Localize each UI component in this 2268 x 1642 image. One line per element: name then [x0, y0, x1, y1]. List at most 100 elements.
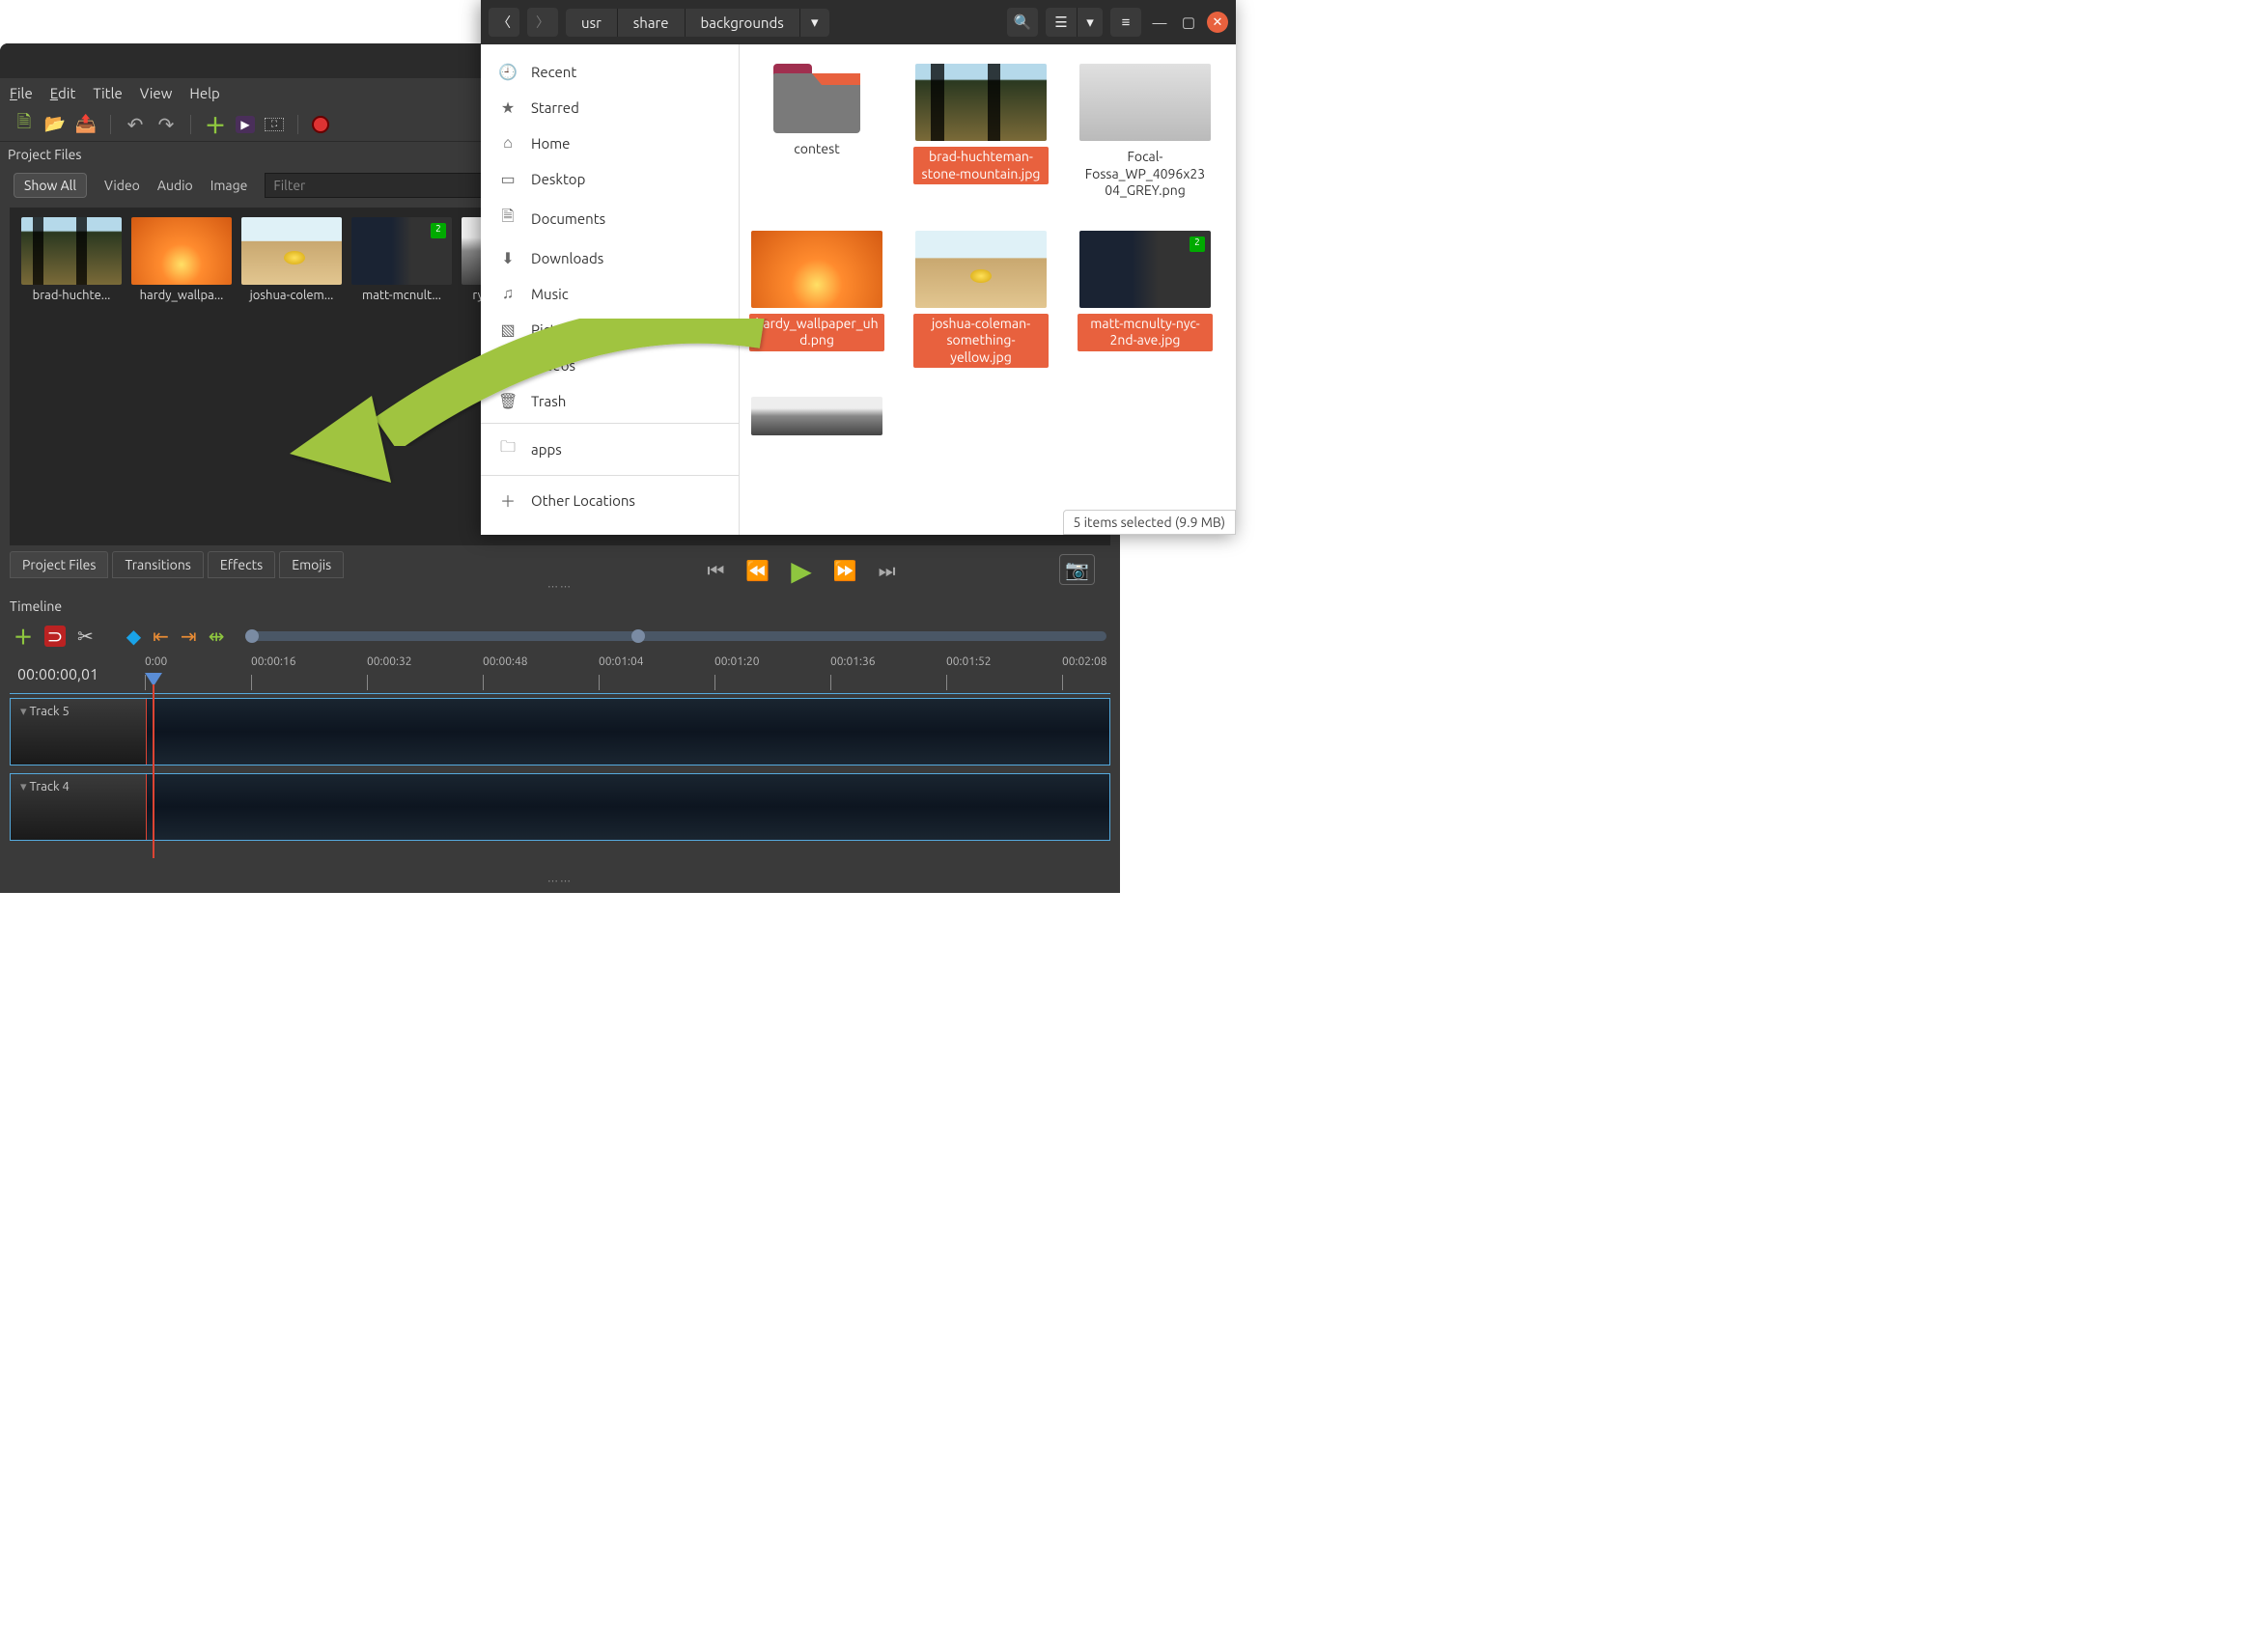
file-item[interactable]: matt-mcnulty-nyc-2nd-ave.jpg	[1078, 231, 1213, 369]
tab-effects[interactable]: Effects	[208, 551, 275, 578]
nav-back-icon[interactable]: 〈	[489, 8, 519, 37]
sidebar-label: Home	[531, 135, 570, 152]
sidebar-label: Trash	[531, 393, 566, 409]
jump-end-icon[interactable]: ⏭	[879, 559, 896, 582]
tab-emojis[interactable]: Emojis	[279, 551, 344, 578]
window-close-icon[interactable]: ✕	[1207, 12, 1228, 33]
ruler-tick: 00:00:16	[251, 655, 296, 668]
menu-help[interactable]: Help	[189, 85, 219, 101]
nav-forward-icon[interactable]: 〉	[527, 8, 558, 37]
track-body[interactable]	[147, 774, 1109, 840]
redo-icon[interactable]: ↷	[155, 114, 177, 135]
choose-profile-icon[interactable]: ▶	[236, 116, 255, 133]
path-segment[interactable]: share	[618, 9, 685, 37]
tab-project-files[interactable]: Project Files	[10, 551, 108, 578]
sidebar-label: Documents	[531, 210, 605, 227]
rewind-icon[interactable]: ⏪	[745, 559, 770, 582]
menu-view[interactable]: View	[140, 85, 173, 101]
sidebar-documents[interactable]: 🗎Documents	[481, 197, 739, 240]
files-grid[interactable]: contest brad-huchteman-stone-mountain.jp…	[740, 44, 1236, 535]
file-item[interactable]: hardy_wallpaper_uhd.png	[749, 231, 884, 369]
add-track-icon[interactable]: ＋	[14, 622, 33, 650]
filter-video[interactable]: Video	[104, 178, 140, 193]
window-minimize-icon[interactable]: ―	[1149, 14, 1170, 31]
menu-file[interactable]: File	[10, 85, 33, 101]
path-dropdown-icon[interactable]: ▾	[800, 9, 829, 37]
preview-controls: ⏮ ⏪ ▶ ⏩ ⏭	[492, 551, 1110, 590]
hamburger-menu-icon[interactable]: ≡	[1110, 8, 1141, 37]
toolbar-separator	[110, 115, 111, 134]
filter-image[interactable]: Image	[210, 178, 248, 193]
track-header[interactable]: ▾ Track 4	[11, 774, 147, 840]
home-icon: ⌂	[498, 134, 518, 153]
project-file-item[interactable]: joshua-colem...	[239, 217, 344, 309]
menu-title[interactable]: Title	[93, 85, 122, 101]
sidebar-recent[interactable]: 🕘Recent	[481, 54, 739, 90]
track-row[interactable]: ▾ Track 5	[10, 698, 1110, 765]
snap-icon[interactable]: ⊃	[44, 626, 66, 647]
timeline-ruler[interactable]: 00:00:00,01 0:00 00:00:16 00:00:32 00:00…	[10, 655, 1110, 694]
prev-marker-icon[interactable]: ⇤	[153, 625, 169, 648]
sidebar-desktop[interactable]: ▭Desktop	[481, 161, 739, 197]
project-file-item[interactable]: brad-huchte...	[19, 217, 124, 309]
filter-audio[interactable]: Audio	[157, 178, 193, 193]
sidebar-music[interactable]: ♫Music	[481, 276, 739, 312]
file-item-folder[interactable]: contest	[749, 64, 884, 202]
menu-edit[interactable]: Edit	[50, 85, 76, 101]
file-item[interactable]: joshua-coleman-something-yellow.jpg	[913, 231, 1049, 369]
sidebar-videos[interactable]: 🎞Videos	[481, 348, 739, 383]
thumbnail-icon	[351, 217, 452, 285]
zoom-handle-right[interactable]	[631, 629, 645, 643]
zoom-handle-left[interactable]	[245, 629, 259, 643]
sidebar-apps[interactable]: 🗀apps	[481, 428, 739, 471]
file-item[interactable]: Focal-Fossa_WP_4096x2304_GREY.png	[1078, 64, 1213, 202]
sidebar-other-locations[interactable]: ＋Other Locations	[481, 480, 739, 520]
new-project-icon[interactable]: 🗎	[14, 114, 35, 135]
path-segment[interactable]: backgrounds	[686, 9, 799, 37]
files-window: 〈 〉 usr share backgrounds ▾ 🔍 ☰ ▾ ≡ ― ▢ …	[481, 0, 1236, 535]
fullscreen-icon[interactable]: ⛶	[265, 118, 284, 131]
center-playhead-icon[interactable]: ⇹	[209, 625, 225, 648]
splitter-handle[interactable]: ⋯⋯	[0, 875, 1120, 887]
open-project-icon[interactable]: 📂	[44, 114, 66, 135]
project-file-item[interactable]: matt-mcnult...	[350, 217, 454, 309]
snapshot-icon[interactable]: 📷	[1059, 554, 1095, 585]
razor-icon[interactable]: ✂	[77, 625, 94, 648]
save-project-icon[interactable]: 📤	[75, 114, 97, 135]
view-dropdown-icon[interactable]: ▾	[1078, 8, 1103, 37]
sidebar-pictures[interactable]: ▧Pictures	[481, 312, 739, 348]
star-icon: ★	[498, 98, 518, 117]
next-marker-icon[interactable]: ⇥	[181, 625, 197, 648]
export-icon[interactable]	[312, 116, 329, 133]
search-icon[interactable]: 🔍	[1007, 8, 1038, 37]
play-icon[interactable]: ▶	[791, 555, 812, 587]
add-marker-icon[interactable]: ◆	[126, 625, 141, 648]
view-list-icon[interactable]: ☰	[1046, 8, 1077, 37]
zoom-slider[interactable]	[245, 631, 1106, 641]
filter-input[interactable]: Filter	[265, 173, 496, 198]
import-files-icon[interactable]: ＋	[205, 114, 226, 135]
sidebar-downloads[interactable]: ⬇Downloads	[481, 240, 739, 276]
thumbnail-icon	[1079, 64, 1211, 141]
downloads-icon: ⬇	[498, 249, 518, 267]
toolbar-separator	[190, 115, 191, 134]
file-item[interactable]: brad-huchteman-stone-mountain.jpg	[913, 64, 1049, 202]
sidebar-starred[interactable]: ★Starred	[481, 90, 739, 125]
track-row[interactable]: ▾ Track 4	[10, 773, 1110, 841]
tab-transitions[interactable]: Transitions	[112, 551, 203, 578]
project-file-item[interactable]: hardy_wallpa...	[129, 217, 234, 309]
jump-start-icon[interactable]: ⏮	[707, 559, 724, 582]
sidebar-home[interactable]: ⌂ Home	[481, 125, 739, 161]
pictures-icon: ▧	[498, 320, 518, 339]
window-maximize-icon[interactable]: ▢	[1178, 14, 1199, 31]
undo-icon[interactable]: ↶	[125, 114, 146, 135]
sidebar-trash[interactable]: 🗑Trash	[481, 383, 739, 419]
track-body[interactable]	[147, 699, 1109, 765]
file-item[interactable]	[749, 397, 884, 435]
filter-show-all[interactable]: Show All	[14, 173, 87, 198]
fast-forward-icon[interactable]: ⏩	[833, 559, 857, 582]
track-header[interactable]: ▾ Track 5	[11, 699, 147, 765]
path-segment[interactable]: usr	[566, 9, 617, 37]
music-icon: ♫	[498, 285, 518, 303]
files-headerbar: 〈 〉 usr share backgrounds ▾ 🔍 ☰ ▾ ≡ ― ▢ …	[481, 0, 1236, 44]
